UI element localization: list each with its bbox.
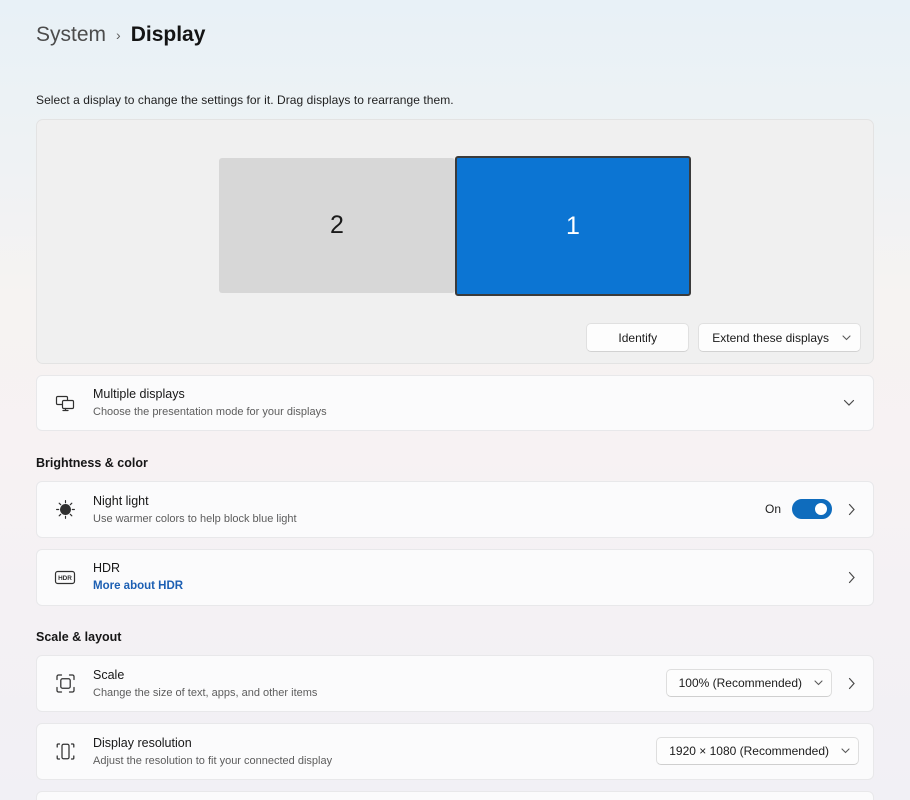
scale-chevron-right-icon[interactable]	[845, 675, 859, 692]
display-mode-select[interactable]: Extend these displays	[698, 323, 861, 353]
night-light-right: On	[753, 499, 859, 520]
hdr-more-link[interactable]: More about HDR	[93, 578, 833, 595]
section-heading-brightness-color: Brightness & color	[36, 455, 148, 470]
display-resolution-subtitle: Adjust the resolution to fit your connec…	[93, 754, 333, 767]
scale-icon	[37, 673, 93, 694]
arrangement-actions: Identify Extend these displays	[586, 323, 861, 353]
scale-text: Scale Change the size of text, apps, and…	[93, 657, 654, 711]
monitor-list: 2 1	[37, 156, 873, 297]
scale-select[interactable]: 100% (Recommended)	[665, 669, 832, 698]
night-light-toggle-group: On	[764, 499, 832, 520]
night-light-card[interactable]: Night light Use warmer colors to help bl…	[36, 480, 874, 538]
display-resolution-right: 1920 × 1080 (Recommended)	[644, 737, 859, 766]
night-light-toggle-state-label: On	[764, 502, 781, 517]
chevron-down-icon	[841, 748, 850, 754]
svg-text:HDR: HDR	[58, 575, 72, 582]
monitor-tile-1-label: 1	[566, 211, 580, 240]
multiple-displays-icon	[37, 393, 93, 414]
expand-chevron-down-icon[interactable]	[839, 397, 859, 409]
scale-right: 100% (Recommended)	[654, 669, 859, 698]
hdr-title: HDR	[93, 561, 121, 576]
display-orientation-card[interactable]: Display orientation Landscape	[36, 790, 874, 800]
multiple-displays-right	[827, 397, 859, 409]
multiple-displays-subtitle: Choose the presentation mode for your di…	[93, 406, 327, 419]
multiple-displays-text: Multiple displays Choose the presentatio…	[93, 376, 827, 430]
display-resolution-value: 1920 × 1080 (Recommended)	[669, 744, 829, 759]
arrangement-hint: Select a display to change the settings …	[36, 93, 454, 108]
monitor-tile-2[interactable]: 2	[219, 158, 455, 294]
hdr-badge-icon: HDR	[37, 567, 93, 588]
display-resolution-select[interactable]: 1920 × 1080 (Recommended)	[656, 737, 859, 766]
display-resolution-text: Display resolution Adjust the resolution…	[93, 725, 644, 779]
chevron-down-icon	[842, 335, 851, 341]
night-light-toggle[interactable]	[792, 499, 832, 520]
hdr-chevron-right-icon[interactable]	[845, 569, 859, 586]
display-arrangement-panel[interactable]: 2 1 Identify Extend these displays	[36, 119, 874, 365]
breadcrumb: System › Display	[0, 0, 910, 47]
display-resolution-card[interactable]: Display resolution Adjust the resolution…	[36, 722, 874, 780]
display-resolution-icon	[37, 741, 93, 762]
display-resolution-title: Display resolution	[93, 735, 192, 750]
monitor-tile-1[interactable]: 1	[455, 156, 691, 297]
settings-content: Select a display to change the settings …	[0, 93, 910, 800]
night-light-chevron-right-icon[interactable]	[845, 501, 859, 518]
night-light-sun-icon	[37, 499, 93, 520]
page-title: Display	[130, 23, 206, 46]
hdr-card[interactable]: HDR HDR More about HDR	[36, 548, 874, 606]
night-light-title: Night light	[93, 493, 149, 508]
identify-button[interactable]: Identify	[586, 323, 690, 353]
monitor-tile-2-label: 2	[330, 211, 344, 240]
display-mode-value: Extend these displays	[712, 330, 829, 345]
scale-card[interactable]: Scale Change the size of text, apps, and…	[36, 654, 874, 712]
scale-select-value: 100% (Recommended)	[678, 676, 802, 691]
night-light-subtitle: Use warmer colors to help block blue lig…	[93, 512, 297, 525]
hdr-text: HDR More about HDR	[93, 550, 833, 604]
multiple-displays-title: Multiple displays	[93, 387, 185, 402]
toggle-knob	[815, 503, 827, 516]
night-light-text: Night light Use warmer colors to help bl…	[93, 483, 753, 537]
section-heading-scale-layout: Scale & layout	[36, 629, 122, 644]
chevron-down-icon	[814, 680, 823, 686]
scale-title: Scale	[93, 667, 125, 682]
breadcrumb-separator-icon: ›	[116, 27, 121, 44]
multiple-displays-card[interactable]: Multiple displays Choose the presentatio…	[36, 375, 874, 431]
scale-subtitle: Change the size of text, apps, and other…	[93, 686, 318, 699]
hdr-right	[833, 569, 859, 586]
breadcrumb-parent-system[interactable]: System	[36, 22, 106, 47]
